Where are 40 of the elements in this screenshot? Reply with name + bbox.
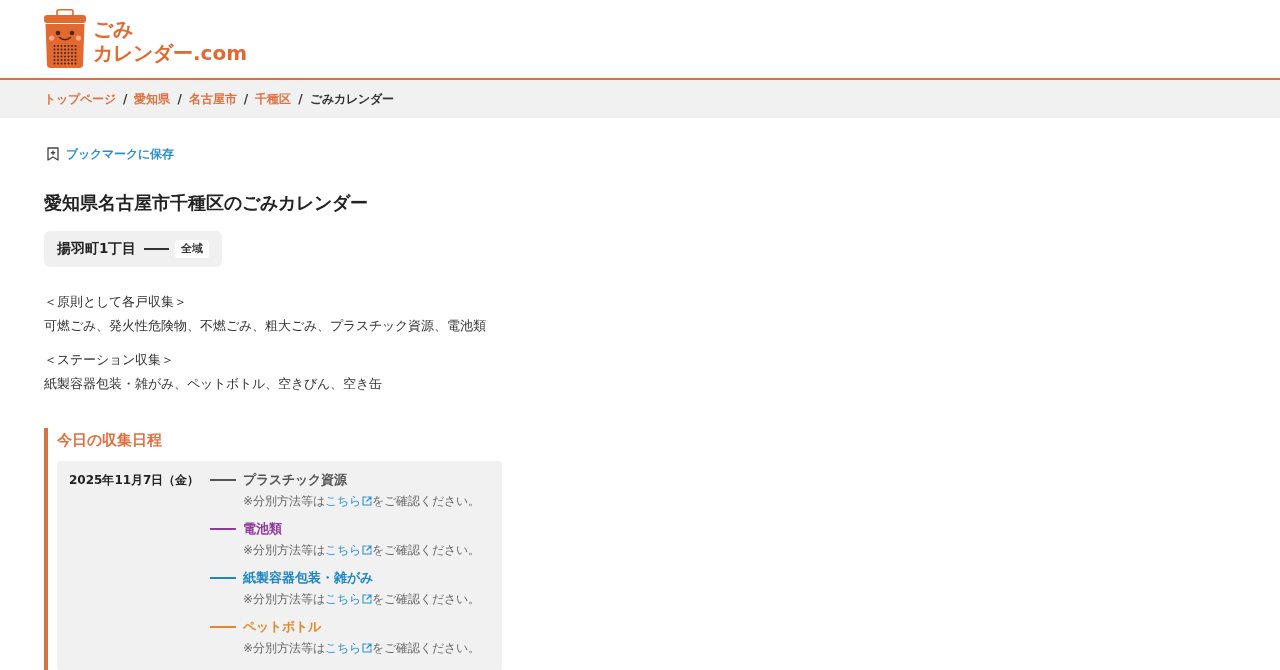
sorting-note: ※分別方法等はこちら をご確認ください。 — [243, 639, 481, 657]
waste-type: 電池類 — [243, 520, 282, 538]
breadcrumb-separator: / — [298, 92, 303, 106]
schedule-date: 2025年11月7日（金） — [69, 472, 201, 489]
zone-tag: 全域 — [175, 240, 210, 258]
dash-icon — [144, 248, 170, 250]
sorting-note: ※分別方法等はこちら をご確認ください。 — [243, 492, 481, 510]
collection-types-text: 紙製容器包装・雑がみ、ペットボトル、空きびん、空き缶 — [44, 375, 382, 393]
breadcrumb-link[interactable]: 千種区 — [255, 90, 292, 108]
external-link-icon — [362, 594, 373, 604]
waste-type: ペットボトル — [243, 618, 321, 636]
page-title: 愛知県名古屋市千種区のごみカレンダー — [44, 191, 368, 215]
logo-text: カレンダー.com — [93, 41, 248, 65]
sorting-note: ※分別方法等はこちら をご確認ください。 — [243, 541, 481, 559]
collection-heading: ＜原則として各戸収集＞ — [44, 293, 187, 311]
bookmark-button[interactable]: ブックマークに保存 — [44, 146, 174, 162]
breadcrumb-separator: / — [243, 92, 249, 106]
external-link-icon — [362, 545, 373, 555]
sorting-link[interactable]: こちら — [325, 639, 373, 657]
waste-type: 紙製容器包装・雑がみ — [243, 569, 373, 587]
breadcrumb-link[interactable]: 名古屋市 — [188, 90, 237, 108]
breadcrumb-link[interactable]: 愛知県 — [134, 90, 171, 108]
collection-heading: ＜ステーション収集＞ — [44, 351, 174, 369]
sorting-link[interactable]: こちら — [325, 590, 373, 608]
trash-bin-mascot-icon — [43, 9, 87, 69]
logo-text: ごみ — [93, 17, 133, 41]
current-page-label: ごみカレンダー — [309, 90, 394, 108]
breadcrumb-separator: / — [177, 92, 182, 106]
breadcrumb-separator: / — [123, 92, 128, 106]
sorting-note: ※分別方法等はこちら をご確認ください。 — [243, 590, 481, 608]
external-link-icon — [362, 496, 373, 506]
schedule-heading: 今日の収集日程 — [57, 431, 162, 450]
sorting-link[interactable]: こちら — [325, 541, 373, 559]
bookmark-icon — [47, 147, 59, 161]
waste-type: プラスチック資源 — [243, 471, 347, 489]
area-name: 揚羽町1丁目 — [57, 240, 137, 258]
breadcrumb-link[interactable]: トップページ — [44, 90, 116, 108]
sorting-link[interactable]: こちら — [325, 492, 373, 510]
collection-types-text: 可燃ごみ、発火性危険物、不燃ごみ、粗大ごみ、プラスチック資源、電池類 — [44, 317, 486, 335]
external-link-icon — [362, 643, 373, 653]
